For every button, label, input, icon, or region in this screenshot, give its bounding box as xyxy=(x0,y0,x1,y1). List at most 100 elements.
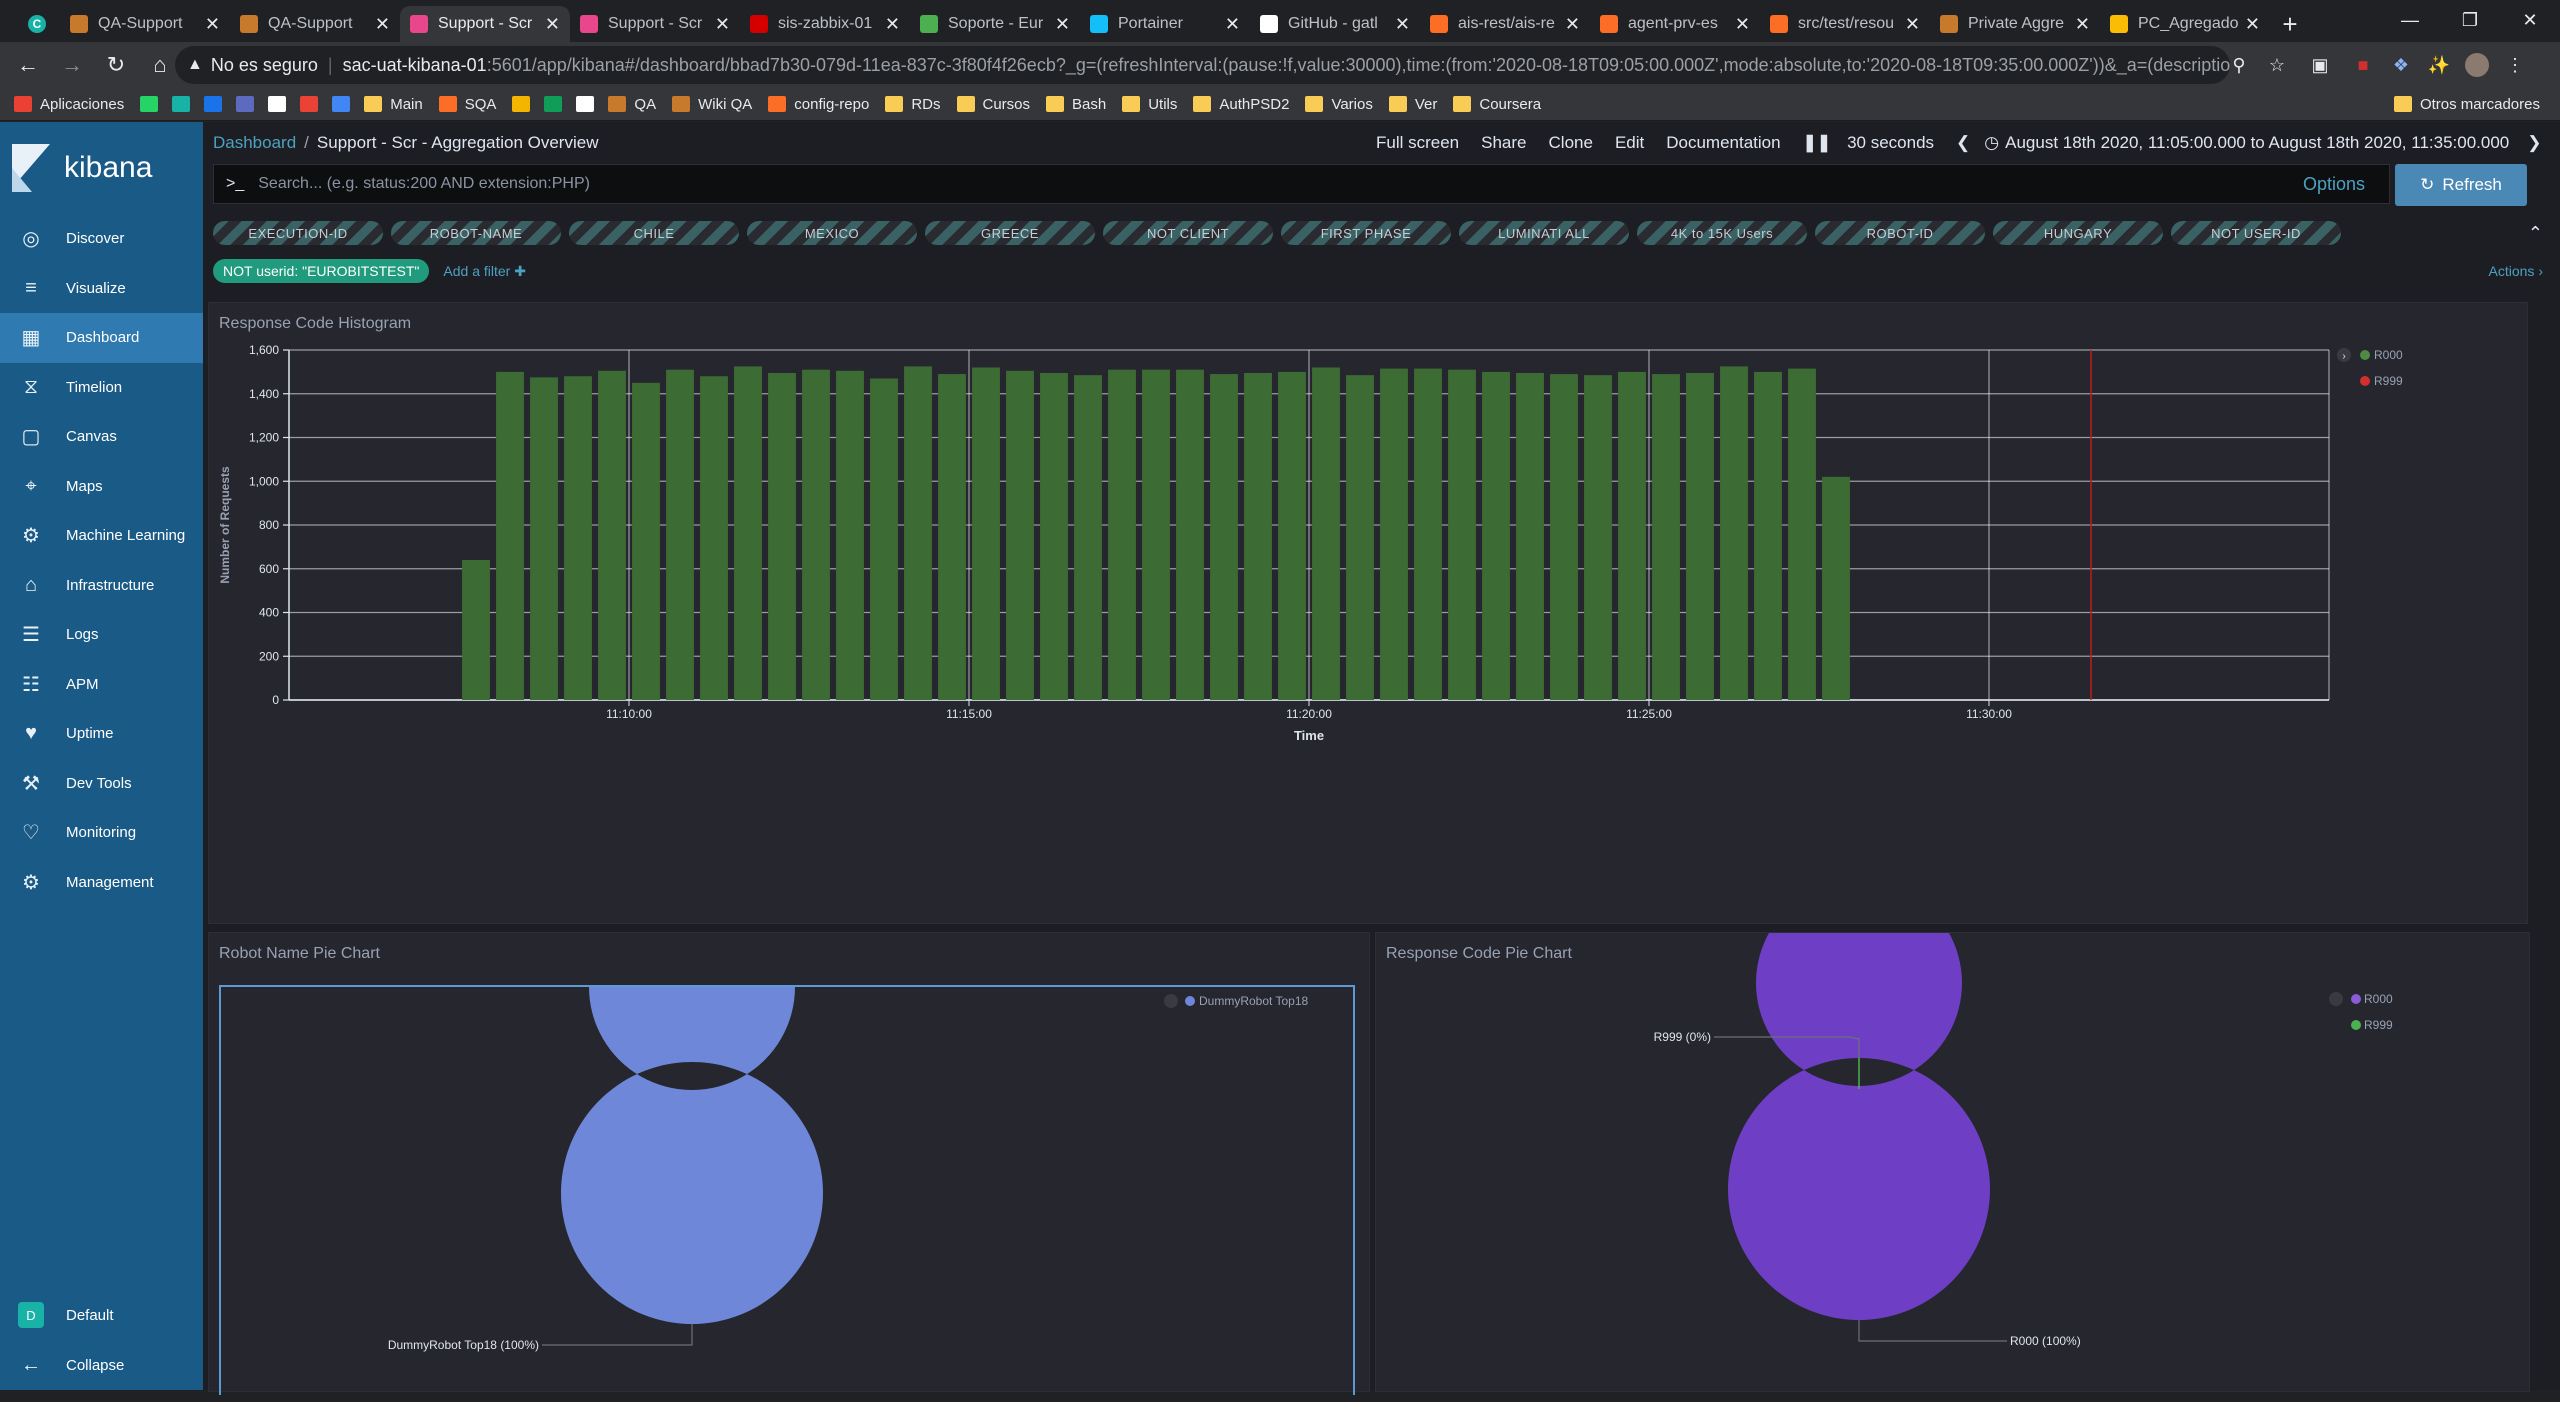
filter-pill-disabled[interactable]: NOT USER-ID xyxy=(2171,221,2341,245)
bookmark-item[interactable]: Coursera xyxy=(1453,96,1541,113)
bookmark-item[interactable] xyxy=(236,96,262,112)
browser-tab[interactable]: ais-rest/ais-re ✕ xyxy=(1420,6,1590,42)
histogram-bar[interactable] xyxy=(1210,374,1238,700)
legend-entry[interactable]: R999 xyxy=(2364,1018,2393,1032)
refresh-interval[interactable]: 30 seconds xyxy=(1847,133,1934,153)
refresh-button[interactable]: ↻ Refresh xyxy=(2395,164,2527,206)
bookmark-item[interactable]: Wiki QA xyxy=(672,96,752,113)
nav-monitoring[interactable]: ♡ Monitoring xyxy=(0,808,203,858)
nav-discover[interactable]: ◎ Discover xyxy=(0,214,203,264)
bookmark-item[interactable]: SQA xyxy=(438,96,496,113)
close-tab-icon[interactable]: ✕ xyxy=(1055,14,1070,35)
close-tab-icon[interactable]: ✕ xyxy=(2075,14,2090,35)
collapse-button[interactable]: ← Collapse xyxy=(0,1340,203,1390)
close-tab-icon[interactable]: ✕ xyxy=(1735,14,1750,35)
histogram-bar[interactable] xyxy=(1346,375,1374,700)
browser-tab[interactable]: Support - Scr ✕ xyxy=(400,6,570,42)
time-prev-icon[interactable]: ❮ xyxy=(1956,133,1970,153)
nav-dev-tools[interactable]: ⚒ Dev Tools xyxy=(0,759,203,809)
nav-apm[interactable]: ☷ APM xyxy=(0,660,203,710)
histogram-bar[interactable] xyxy=(666,369,694,700)
histogram-bar[interactable] xyxy=(564,376,592,700)
histogram-bar[interactable] xyxy=(734,366,762,700)
legend-entry[interactable]: R000 xyxy=(2364,992,2393,1006)
nav-maps[interactable]: ⌖ Maps xyxy=(0,462,203,512)
close-tab-icon[interactable]: ✕ xyxy=(545,14,560,35)
bookmark-item[interactable] xyxy=(140,96,166,112)
other-bookmarks[interactable]: Otros marcadores xyxy=(2393,96,2540,113)
histogram-bar[interactable] xyxy=(1142,369,1170,700)
nav-canvas[interactable]: ▢ Canvas xyxy=(0,412,203,462)
histogram-bar[interactable] xyxy=(802,369,830,700)
filter-actions-link[interactable]: Actions › xyxy=(2489,263,2543,279)
browser-tab[interactable]: QA-Support ✕ xyxy=(60,6,230,42)
bookmark-item[interactable]: Varios xyxy=(1305,96,1373,113)
puzzle-icon[interactable]: ✨ xyxy=(2420,46,2458,84)
back-icon[interactable]: ← xyxy=(6,43,50,87)
nav-infrastructure[interactable]: ⌂ Infrastructure xyxy=(0,561,203,611)
nav-dashboard[interactable]: ▦ Dashboard xyxy=(0,313,203,363)
histogram-bar[interactable] xyxy=(768,372,796,700)
zoom-icon[interactable]: ⚲ xyxy=(2220,46,2258,84)
time-next-icon[interactable]: ❯ xyxy=(2527,133,2541,153)
histogram-bar[interactable] xyxy=(1074,375,1102,700)
browser-tab[interactable]: sis-zabbix-01 ✕ xyxy=(740,6,910,42)
bookmark-item[interactable] xyxy=(204,96,230,112)
filter-pill-disabled[interactable]: NOT CLIENT xyxy=(1103,221,1273,245)
histogram-bar[interactable] xyxy=(632,382,660,700)
close-tab-icon[interactable]: ✕ xyxy=(2245,14,2260,35)
histogram-bar[interactable] xyxy=(904,366,932,700)
browser-tab[interactable]: PC_Agregado ✕ xyxy=(2100,6,2270,42)
bookmark-item[interactable]: AuthPSD2 xyxy=(1193,96,1289,113)
browser-tab[interactable]: Portainer ✕ xyxy=(1080,6,1250,42)
ublock-icon[interactable]: ■ xyxy=(2344,46,2382,84)
legend-entry[interactable]: DummyRobot Top18 xyxy=(1199,994,1308,1008)
filter-pill-disabled[interactable]: EXECUTION-ID xyxy=(213,221,383,245)
legend-toggle-icon[interactable] xyxy=(2329,992,2343,1006)
query-options-link[interactable]: Options xyxy=(2303,174,2365,195)
menu-documentation[interactable]: Documentation xyxy=(1666,133,1780,153)
filter-pill-disabled[interactable]: MEXICO xyxy=(747,221,917,245)
bookmark-item[interactable] xyxy=(172,96,198,112)
histogram-bar[interactable] xyxy=(1176,369,1204,700)
bookmark-item[interactable] xyxy=(268,96,294,112)
star-icon[interactable]: ☆ xyxy=(2258,46,2296,84)
close-tab-icon[interactable]: ✕ xyxy=(1565,14,1580,35)
time-range[interactable]: August 18th 2020, 11:05:00.000 to August… xyxy=(2005,133,2509,153)
histogram-bar[interactable] xyxy=(1686,372,1714,700)
avatar-icon[interactable] xyxy=(2458,46,2496,84)
add-filter-link[interactable]: Add a filter ✚ xyxy=(443,263,526,280)
histogram-bar[interactable] xyxy=(530,377,558,700)
pie-slice[interactable] xyxy=(1728,933,1990,1320)
histogram-bar[interactable] xyxy=(870,378,898,700)
bookmark-item[interactable]: Main xyxy=(364,96,423,113)
filter-pill-disabled[interactable]: GREECE xyxy=(925,221,1095,245)
histogram-bar[interactable] xyxy=(1618,371,1646,700)
query-input[interactable]: >_ Search... (e.g. status:200 AND extens… xyxy=(213,164,2390,204)
histogram-bar[interactable] xyxy=(496,371,524,700)
histogram-bar[interactable] xyxy=(1312,367,1340,701)
filter-pill-disabled[interactable]: LUMINATI ALL xyxy=(1459,221,1629,245)
nav-uptime[interactable]: ♥ Uptime xyxy=(0,709,203,759)
bookmark-item[interactable]: config-repo xyxy=(768,96,869,113)
close-tab-icon[interactable]: ✕ xyxy=(1905,14,1920,35)
legend-toggle-icon[interactable] xyxy=(1164,994,1178,1008)
menu-full-screen[interactable]: Full screen xyxy=(1376,133,1459,153)
histogram-bar[interactable] xyxy=(1040,372,1068,700)
histogram-bar[interactable] xyxy=(1448,369,1476,700)
bookmark-item[interactable]: QA xyxy=(608,96,656,113)
close-tab-icon[interactable]: ✕ xyxy=(1225,14,1240,35)
histogram-bar[interactable] xyxy=(836,370,864,700)
histogram-bar[interactable] xyxy=(1754,371,1782,700)
close-tab-icon[interactable]: ✕ xyxy=(1395,14,1410,35)
browser-tab[interactable]: GitHub - gatl ✕ xyxy=(1250,6,1420,42)
bookmark-item[interactable]: Utils xyxy=(1122,96,1177,113)
histogram-bar[interactable] xyxy=(1482,371,1510,700)
histogram-bar[interactable] xyxy=(1550,374,1578,700)
histogram-bar[interactable] xyxy=(1414,368,1442,700)
menu-share[interactable]: Share xyxy=(1481,133,1526,153)
browser-tab[interactable]: Private Aggre ✕ xyxy=(1930,6,2100,42)
pause-icon[interactable]: ❚❚ xyxy=(1803,133,1832,153)
nav-management[interactable]: ⚙ Management xyxy=(0,858,203,908)
filter-pill-disabled[interactable]: ROBOT-NAME xyxy=(391,221,561,245)
